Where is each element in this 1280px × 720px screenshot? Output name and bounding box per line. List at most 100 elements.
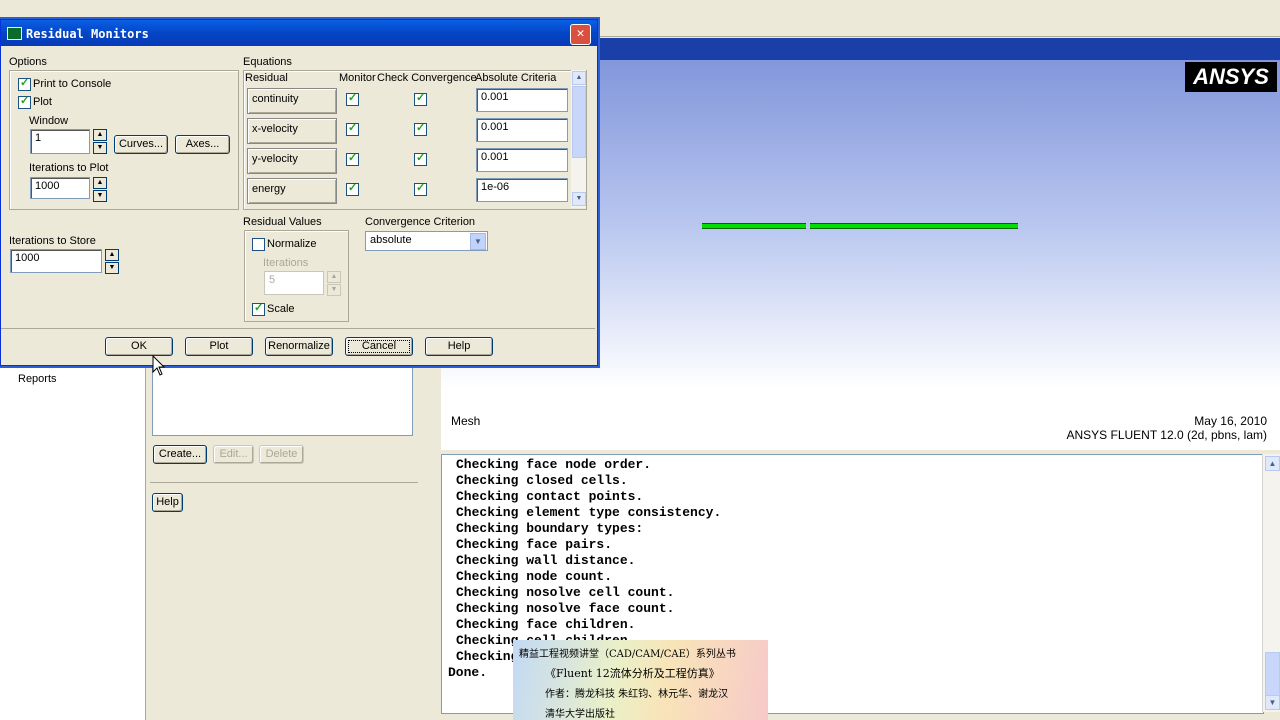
axes-button[interactable]: Axes... xyxy=(175,135,230,154)
menu-bar[interactable] xyxy=(0,0,1280,10)
mesh-edge xyxy=(810,223,1018,229)
window-field[interactable]: 1 xyxy=(30,129,90,154)
convergence-criterion-select[interactable]: absolute ▼ xyxy=(365,231,488,251)
console-line: Checking boundary types: xyxy=(456,521,644,536)
watermark-authors: 作者：腾龙科技 朱红钧、林元华、谢龙汉 xyxy=(545,689,729,700)
console-line: Checking face node order. xyxy=(456,457,652,472)
residual-name-energy: energy xyxy=(247,178,337,204)
window-spin-up-icon[interactable]: ▲ xyxy=(93,129,107,141)
residual-name-y-velocity: y-velocity xyxy=(247,148,337,174)
criteria-field-y-velocity[interactable]: 0.001 xyxy=(476,148,568,172)
scroll-down-icon[interactable]: ▼ xyxy=(1265,695,1280,710)
console-line: Checking contact points. xyxy=(456,489,644,504)
monitor-checkbox-continuity[interactable] xyxy=(346,91,359,106)
criteria-field-continuity[interactable]: 0.001 xyxy=(476,88,568,112)
dialog-title-bar[interactable]: Residual Monitors ✕ xyxy=(1,20,597,46)
iterations-to-store-label: Iterations to Store xyxy=(9,235,96,247)
residual-name-continuity: continuity xyxy=(247,88,337,114)
help-button[interactable]: Help xyxy=(425,337,493,356)
tree-item-reports[interactable]: Reports xyxy=(18,373,57,385)
cancel-button[interactable]: Cancel xyxy=(345,337,413,356)
convergence-criterion-value: absolute xyxy=(370,234,412,246)
iterations-to-plot-label: Iterations to Plot xyxy=(29,162,109,174)
normalize-iterations-label: Iterations xyxy=(263,257,309,269)
button-divider xyxy=(1,328,595,329)
scroll-up-icon[interactable]: ▲ xyxy=(572,71,586,85)
check-convergence-checkbox-y-velocity[interactable] xyxy=(414,151,427,166)
console-line: Checking element type consistency. xyxy=(456,505,722,520)
ansys-logo: ANSYS xyxy=(1185,62,1277,92)
iterations-to-plot-spin-up-icon[interactable]: ▲ xyxy=(93,177,107,189)
equations-heading: Equations xyxy=(243,56,292,68)
view-label: Mesh xyxy=(451,414,481,428)
convergence-criterion-heading: Convergence Criterion xyxy=(365,216,476,228)
col-residual: Residual xyxy=(245,72,288,84)
scroll-thumb[interactable] xyxy=(1265,652,1280,696)
scroll-down-icon[interactable]: ▼ xyxy=(572,192,586,206)
iterations-to-plot-spin-down-icon[interactable]: ▼ xyxy=(93,190,107,202)
console-scrollbar[interactable]: ▲ ▼ xyxy=(1262,454,1280,712)
curves-button[interactable]: Curves... xyxy=(114,135,168,154)
delete-button[interactable]: Delete xyxy=(259,445,304,464)
col-monitor: Monitor xyxy=(339,72,376,84)
print-to-console-checkbox[interactable] xyxy=(18,76,31,91)
ok-button[interactable]: OK xyxy=(105,337,173,356)
criteria-field-x-velocity[interactable]: 0.001 xyxy=(476,118,568,142)
criteria-field-energy[interactable]: 1e-06 xyxy=(476,178,568,202)
date-label: May 16, 2010 xyxy=(1194,414,1267,428)
console-line: Checking wall distance. xyxy=(456,553,636,568)
plot-label: Plot xyxy=(33,96,52,108)
monitor-checkbox-x-velocity[interactable] xyxy=(346,121,359,136)
mouse-cursor-icon xyxy=(152,355,166,376)
normalize-checkbox[interactable] xyxy=(252,238,265,251)
create-button[interactable]: Create... xyxy=(153,445,207,464)
iterations-to-plot-field[interactable]: 1000 xyxy=(30,177,90,199)
scale-checkbox[interactable] xyxy=(252,301,265,316)
task-help-button[interactable]: Help xyxy=(152,493,183,512)
scale-label: Scale xyxy=(267,303,295,315)
chevron-down-icon[interactable]: ▼ xyxy=(470,233,486,250)
residual-values-heading: Residual Values xyxy=(243,216,322,228)
renormalize-button[interactable]: Renormalize xyxy=(265,337,333,356)
version-label: ANSYS FLUENT 12.0 (2d, pbns, lam) xyxy=(1066,428,1267,442)
monitor-checkbox-energy[interactable] xyxy=(346,181,359,196)
watermark-publisher: 清华大学出版社 xyxy=(545,709,615,720)
edit-button[interactable]: Edit... xyxy=(213,445,254,464)
equations-scrollbar[interactable]: ▲ ▼ xyxy=(571,70,586,208)
scroll-thumb[interactable] xyxy=(572,86,586,158)
console-line: Checking nosolve cell count. xyxy=(456,585,675,600)
plot-checkbox[interactable] xyxy=(18,94,31,109)
print-to-console-label: Print to Console xyxy=(33,78,112,90)
normalize-iterations-spin-up-icon[interactable]: ▲ xyxy=(327,271,341,283)
console-line: Checking nosolve face count. xyxy=(456,601,675,616)
scroll-up-icon[interactable]: ▲ xyxy=(1265,456,1280,471)
check-convergence-checkbox-continuity[interactable] xyxy=(414,91,427,106)
check-convergence-checkbox-x-velocity[interactable] xyxy=(414,121,427,136)
check-convergence-checkbox-energy[interactable] xyxy=(414,181,427,196)
mesh-edge xyxy=(702,223,806,229)
watermark-series: 精益工程视频讲堂（CAD/CAM/CAE）系列丛书 xyxy=(519,649,736,660)
normalize-iterations-spin-down-icon[interactable]: ▼ xyxy=(327,284,341,296)
close-icon[interactable]: ✕ xyxy=(570,24,591,45)
dialog-title: Residual Monitors xyxy=(26,27,149,41)
plot-button[interactable]: Plot xyxy=(185,337,253,356)
normalize-label: Normalize xyxy=(267,238,317,250)
fluent-app-icon xyxy=(7,27,22,40)
residual-name-x-velocity: x-velocity xyxy=(247,118,337,144)
col-check-convergence: Check Convergence xyxy=(377,72,477,84)
window-label: Window xyxy=(29,115,69,127)
monitor-checkbox-y-velocity[interactable] xyxy=(346,151,359,166)
window-spin-down-icon[interactable]: ▼ xyxy=(93,142,107,154)
iterations-to-store-field[interactable]: 1000 xyxy=(10,249,102,273)
console-line: Checking closed cells. xyxy=(456,473,628,488)
book-watermark: 精益工程视频讲堂（CAD/CAM/CAE）系列丛书 《Fluent 12流体分析… xyxy=(513,640,768,720)
iterations-to-store-spin-down-icon[interactable]: ▼ xyxy=(105,262,119,274)
console-line: Checking node count. xyxy=(456,569,613,584)
watermark-title: 《Fluent 12流体分析及工程仿真》 xyxy=(545,667,720,680)
residual-monitors-dialog: Residual Monitors ✕ Options Print to Con… xyxy=(0,19,598,366)
normalize-iterations-field[interactable]: 5 xyxy=(264,271,324,295)
monitor-list[interactable] xyxy=(152,364,413,436)
console-line: Checking xyxy=(456,649,519,664)
col-absolute-criteria: Absolute Criteria xyxy=(475,72,557,84)
iterations-to-store-spin-up-icon[interactable]: ▲ xyxy=(105,249,119,261)
